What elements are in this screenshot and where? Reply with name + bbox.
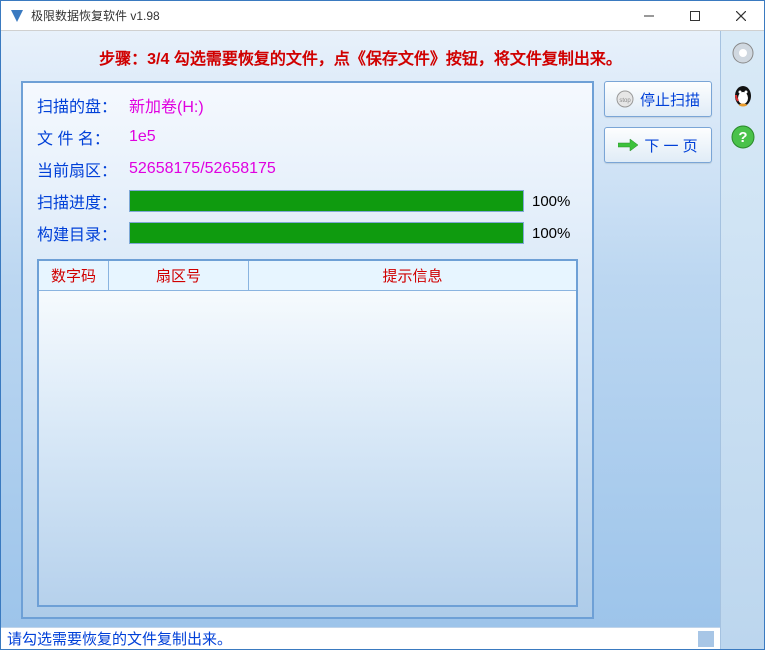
col-sector[interactable]: 扇区号 bbox=[109, 261, 249, 290]
scan-progress-row: 扫描进度： 100% bbox=[37, 189, 578, 213]
body: 步骤：3/4 勾选需要恢复的文件，点《保存文件》按钮，将文件复制出来。 扫描的盘… bbox=[1, 31, 764, 649]
table-header: 数字码 扇区号 提示信息 bbox=[39, 261, 576, 291]
settings-icon[interactable] bbox=[727, 37, 759, 69]
next-page-label: 下 一 页 bbox=[644, 135, 697, 156]
close-button[interactable] bbox=[718, 1, 764, 30]
scan-progress-pct: 100% bbox=[532, 193, 578, 210]
step-banner: 步骤：3/4 勾选需要恢复的文件，点《保存文件》按钮，将文件复制出来。 bbox=[1, 31, 720, 81]
disk-value: 新加卷(H:) bbox=[129, 93, 204, 117]
filename-row: 文 件 名： 1e5 bbox=[37, 125, 578, 149]
next-page-button[interactable]: 下 一 页 bbox=[604, 127, 712, 163]
sector-row: 当前扇区： 52658175/52658175 bbox=[37, 157, 578, 181]
build-progress-label: 构建目录： bbox=[37, 221, 129, 245]
app-window: 极限数据恢复软件 v1.98 步骤：3/4 勾选需要恢复的文件，点《保存文件》按… bbox=[0, 0, 765, 650]
main-area: 步骤：3/4 勾选需要恢复的文件，点《保存文件》按钮，将文件复制出来。 扫描的盘… bbox=[1, 31, 720, 649]
arrow-right-icon bbox=[618, 138, 638, 152]
scan-progress-label: 扫描进度： bbox=[37, 189, 129, 213]
scroll-stub[interactable] bbox=[698, 631, 714, 647]
disk-row: 扫描的盘： 新加卷(H:) bbox=[37, 93, 578, 117]
scan-progress-fill bbox=[130, 191, 523, 211]
svg-text:stop: stop bbox=[619, 98, 631, 104]
content-row: 扫描的盘： 新加卷(H:) 文 件 名： 1e5 当前扇区： 52658175/… bbox=[1, 81, 720, 627]
filename-value: 1e5 bbox=[129, 128, 156, 146]
stop-icon: stop bbox=[616, 90, 634, 108]
build-progress-row: 构建目录： 100% bbox=[37, 221, 578, 245]
titlebar: 极限数据恢复软件 v1.98 bbox=[1, 1, 764, 31]
stop-scan-button[interactable]: stop 停止扫描 bbox=[604, 81, 712, 117]
right-sidebar: ? bbox=[720, 31, 764, 649]
build-progress-fill bbox=[130, 223, 523, 243]
status-bar: 请勾选需要恢复的文件复制出来。 bbox=[1, 627, 720, 649]
window-title: 极限数据恢复软件 v1.98 bbox=[31, 7, 626, 24]
help-icon[interactable]: ? bbox=[727, 121, 759, 153]
svg-text:?: ? bbox=[738, 129, 747, 146]
disk-label: 扫描的盘： bbox=[37, 93, 129, 117]
scan-progress-bar bbox=[129, 190, 524, 212]
sector-label: 当前扇区： bbox=[37, 157, 129, 181]
window-controls bbox=[626, 1, 764, 30]
status-hint: 请勾选需要恢复的文件复制出来。 bbox=[7, 628, 232, 649]
scan-panel: 扫描的盘： 新加卷(H:) 文 件 名： 1e5 当前扇区： 52658175/… bbox=[21, 81, 594, 619]
result-table: 数字码 扇区号 提示信息 bbox=[37, 259, 578, 607]
minimize-button[interactable] bbox=[626, 1, 672, 30]
action-column: stop 停止扫描 下 一 页 bbox=[604, 81, 712, 619]
table-body bbox=[39, 291, 576, 605]
col-message[interactable]: 提示信息 bbox=[249, 261, 576, 290]
stop-scan-label: 停止扫描 bbox=[640, 89, 700, 110]
app-icon bbox=[9, 8, 25, 24]
maximize-button[interactable] bbox=[672, 1, 718, 30]
qq-icon[interactable] bbox=[727, 79, 759, 111]
build-progress-pct: 100% bbox=[532, 225, 578, 242]
sector-value: 52658175/52658175 bbox=[129, 160, 276, 178]
build-progress-bar bbox=[129, 222, 524, 244]
col-digitcode[interactable]: 数字码 bbox=[39, 261, 109, 290]
filename-label: 文 件 名： bbox=[37, 125, 129, 149]
